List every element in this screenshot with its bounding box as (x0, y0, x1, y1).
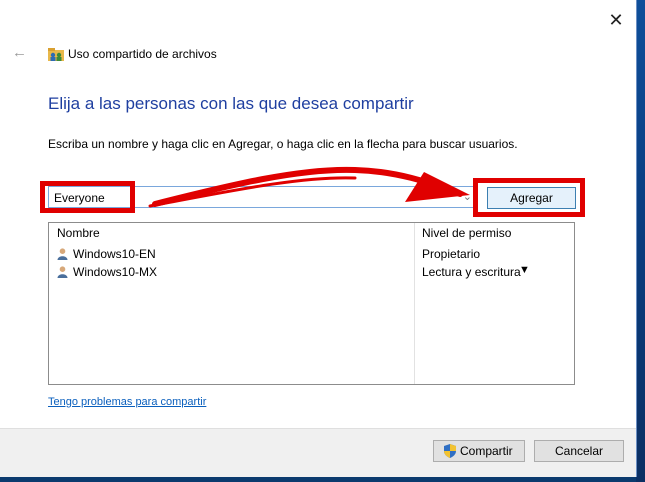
share-button[interactable]: Compartir (433, 440, 525, 462)
user-icon (57, 248, 68, 260)
annotation-box-input (40, 181, 135, 213)
table-row[interactable]: Windows10-MX Lectura y escritura ▼ (49, 263, 574, 281)
sharing-user-list: Nombre Nivel de permiso Windows10-EN Pro… (48, 222, 575, 385)
desktop-background (636, 0, 645, 482)
window-title: Uso compartido de archivos (68, 47, 217, 61)
share-button-label: Compartir (460, 444, 513, 458)
back-arrow-icon[interactable]: ← (12, 44, 27, 61)
column-header-name[interactable]: Nombre (57, 226, 100, 240)
instructions-text: Escriba un nombre y haga clic en Agregar… (48, 137, 518, 151)
cancel-button[interactable]: Cancelar (534, 440, 624, 462)
permission-level: Propietario (422, 247, 481, 261)
chevron-down-icon[interactable]: ⌄ (463, 190, 472, 203)
annotation-box-add (473, 178, 585, 217)
shield-icon (444, 444, 456, 458)
dropdown-arrow-icon[interactable]: ▼ (519, 264, 530, 276)
permission-level[interactable]: Lectura y escritura (422, 265, 521, 279)
user-icon (57, 266, 68, 278)
table-row[interactable]: Windows10-EN Propietario (49, 245, 574, 263)
close-button[interactable]: ✕ (604, 10, 628, 32)
user-name: Windows10-MX (73, 265, 158, 279)
help-link[interactable]: Tengo problemas para compartir (48, 396, 206, 408)
file-sharing-icon (48, 48, 64, 61)
file-sharing-dialog: ✕ ← Uso compartido de archivos Elija a l… (0, 0, 637, 477)
page-heading: Elija a las personas con las que desea c… (48, 94, 414, 113)
user-name: Windows10-EN (73, 247, 156, 261)
column-header-permission[interactable]: Nivel de permiso (422, 226, 511, 240)
